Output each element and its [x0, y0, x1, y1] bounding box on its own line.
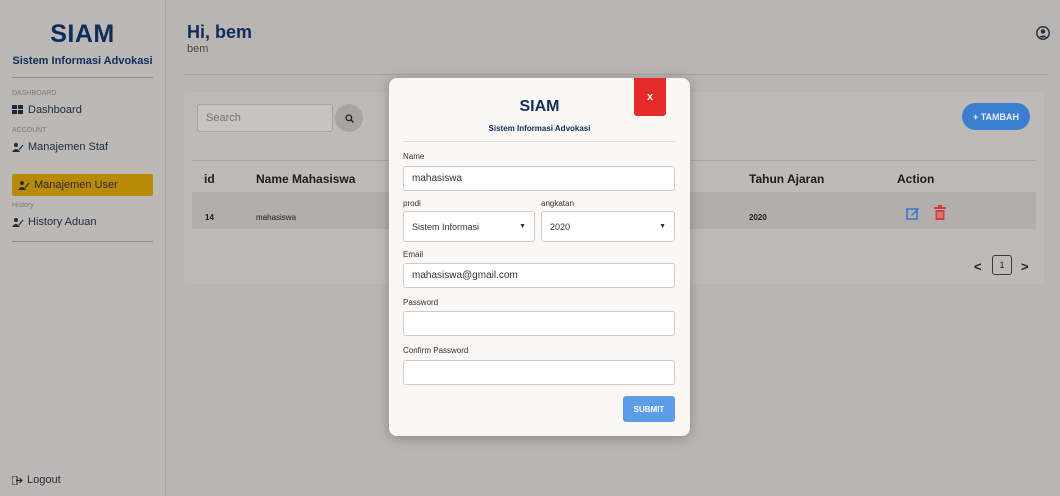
angkatan-select[interactable]: 2020 ▼	[541, 211, 675, 242]
confirm-password-label: Confirm Password	[403, 346, 469, 355]
sidebar-item-manajemen-staf[interactable]: Manajemen Staf	[0, 136, 165, 158]
add-user-button[interactable]: + TAMBAH	[962, 103, 1030, 130]
brand-title: SIAM	[50, 20, 115, 48]
prodi-label: prodi	[403, 199, 421, 208]
header-divider	[184, 74, 1048, 75]
logout-icon	[12, 475, 23, 485]
cell-id: 14	[205, 213, 214, 222]
prodi-value: Sistem Informasi	[412, 221, 480, 232]
name-label: Name	[403, 152, 425, 161]
search-input[interactable]	[197, 104, 333, 132]
user-circle-icon[interactable]	[1036, 26, 1050, 40]
logout-label: Logout	[27, 474, 61, 486]
pagination-prev[interactable]: <	[974, 259, 982, 274]
logout-button[interactable]: Logout	[12, 474, 61, 486]
users-icon	[12, 143, 24, 152]
angkatan-label: angkatan	[541, 199, 574, 208]
modal-divider	[403, 141, 676, 142]
caret-down-icon: ▼	[519, 223, 526, 230]
page-title: Hi, bem	[187, 22, 253, 42]
sidebar-divider	[12, 241, 153, 242]
search-icon	[344, 113, 354, 123]
sidebar-item-label: History Aduan	[28, 216, 97, 228]
column-header-id: id	[204, 172, 215, 186]
submit-button[interactable]: SUBMIT	[623, 396, 675, 422]
header: Hi, bem bem	[166, 0, 1060, 60]
confirm-password-field[interactable]	[403, 360, 675, 385]
modal-subtitle: Sistem Informasi Advokasi	[488, 124, 591, 133]
modal-title: SIAM	[519, 98, 560, 115]
prodi-select[interactable]: Sistem Informasi ▼	[403, 211, 535, 242]
edit-icon[interactable]	[906, 206, 920, 220]
section-dashboard: DASHBOARD	[12, 90, 57, 97]
section-account: ACCOUNT	[12, 127, 47, 134]
username-label: bem	[187, 43, 209, 55]
brand-subtitle: Sistem Informasi Advokasi	[12, 55, 153, 67]
users-icon	[12, 218, 24, 227]
users-icon	[18, 181, 30, 190]
brand: SIAM Sistem Informasi Advokasi	[0, 0, 165, 67]
email-label: Email	[403, 250, 424, 259]
column-header-name: Name Mahasiswa	[256, 172, 356, 186]
column-header-action: Action	[897, 172, 935, 186]
sidebar-item-dashboard[interactable]: Dashboard	[0, 99, 165, 121]
sidebar: SIAM Sistem Informasi Advokasi DASHBOARD…	[0, 0, 166, 496]
email-field[interactable]	[403, 263, 675, 288]
add-user-modal: x SIAM Sistem Informasi Advokasi Name pr…	[389, 78, 690, 436]
sidebar-item-label: Manajemen User	[34, 179, 118, 191]
caret-down-icon: ▼	[659, 223, 666, 230]
search-button[interactable]	[335, 104, 363, 132]
cell-name: mahasiswa	[256, 213, 297, 222]
grid-icon	[12, 105, 23, 114]
cell-tahun-ajaran: 2020	[749, 213, 767, 222]
password-field[interactable]	[403, 311, 675, 336]
sidebar-item-label: Dashboard	[28, 104, 82, 116]
name-field[interactable]	[403, 166, 675, 191]
password-label: Password	[403, 298, 439, 307]
sidebar-divider	[12, 77, 153, 78]
angkatan-value: 2020	[550, 221, 571, 232]
pagination-page[interactable]: 1	[992, 255, 1012, 275]
sidebar-item-label: Manajemen Staf	[28, 141, 109, 153]
trash-icon[interactable]	[934, 205, 946, 220]
section-history: History	[12, 202, 34, 209]
sidebar-item-manajemen-user[interactable]: Manajemen User	[12, 174, 153, 196]
pagination-next[interactable]: >	[1021, 259, 1029, 274]
sidebar-item-history-aduan[interactable]: History Aduan	[0, 211, 165, 233]
column-header-tahun-ajaran: Tahun Ajaran	[749, 172, 825, 186]
